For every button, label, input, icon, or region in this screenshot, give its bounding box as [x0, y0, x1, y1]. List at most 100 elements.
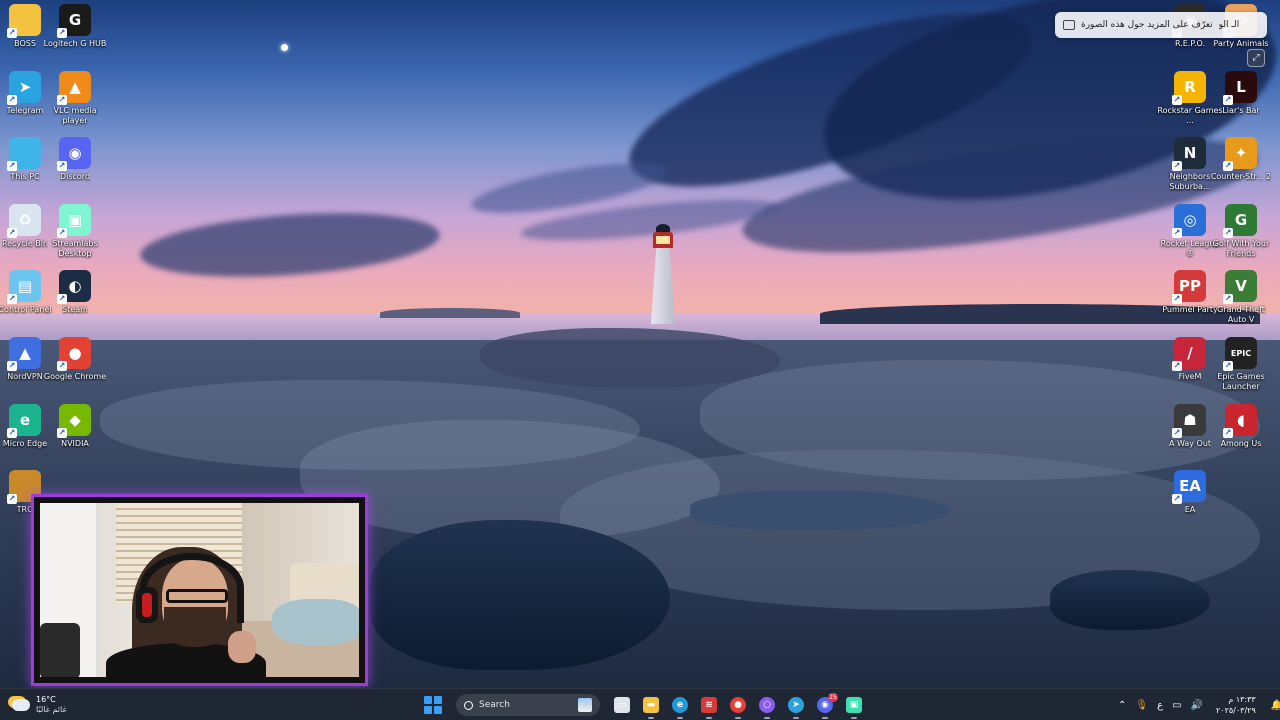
desktop-icon-label: Logitech G HUB	[43, 39, 107, 48]
desktop-icon-label: This PC	[10, 172, 40, 182]
network-icon[interactable]: ▭	[1172, 700, 1181, 711]
visual-search-chip[interactable]: تعرّف على المزيد حول هذه الصورة الـ الو	[1055, 12, 1267, 38]
running-indicator	[764, 717, 770, 719]
desktop-icon-label: EA	[1184, 505, 1196, 515]
desktop-icon-counter-strike[interactable]: ✦ ↗ Counter-Str... 2	[1207, 137, 1275, 182]
desktop-icon-discord[interactable]: ◉ ↗ Discord	[41, 137, 109, 182]
taskbar-discord-button[interactable]: ◉ 25	[813, 693, 838, 719]
shortcut-arrow-icon: ↗	[1223, 294, 1233, 305]
weather-widget[interactable]: 16°C غائم غالبًا	[12, 689, 67, 720]
notification-bell-icon[interactable]: 🔔	[1271, 700, 1280, 711]
telegram-icon: ➤	[788, 697, 804, 713]
desktop-icon-label: VLC media player	[53, 105, 97, 125]
notification-badge: 25	[828, 693, 838, 702]
shortcut-arrow-icon: ↗	[7, 294, 17, 305]
taskbar-telegram-button[interactable]: ➤	[784, 693, 808, 719]
taskbar-file-explorer-button[interactable]: ▬	[639, 693, 663, 719]
vlc-icon: ▲ ↗	[57, 70, 91, 105]
desktop-icon-label: FiveM	[1178, 372, 1202, 381]
desktop-icon-label: Discord	[59, 172, 91, 182]
expand-icon[interactable]: ⤢	[1247, 49, 1265, 67]
shortcut-arrow-icon: ↗	[1172, 227, 1182, 238]
taskbar-streamlabs-button[interactable]: ▣	[842, 693, 866, 719]
edge-icon: e	[672, 697, 688, 713]
opera-gx-icon: ○	[759, 697, 775, 713]
desktop-icon-label: Streamlabs Desktop	[52, 238, 98, 258]
shortcut-arrow-icon: ↗	[57, 227, 67, 238]
running-indicator	[793, 717, 799, 719]
pummel-party-icon: PP ↗	[1172, 270, 1206, 305]
desktop-icon-logitech-g[interactable]: G ↗ Logitech G HUB	[41, 4, 109, 49]
gta-icon: V ↗	[1223, 270, 1257, 305]
desktop-icon-liars-bar[interactable]: L ↗ Liar's Bar	[1207, 70, 1275, 116]
among-us-icon: ◖ ↗	[1223, 403, 1257, 438]
shortcut-arrow-icon: ↗	[1172, 161, 1182, 172]
shortcut-arrow-icon: ↗	[57, 161, 67, 172]
shortcut-arrow-icon: ↗	[1223, 94, 1233, 105]
clock-date: ٢٠٢٥/٠٣/٢٩	[1215, 706, 1256, 715]
shortcut-arrow-icon: ↗	[7, 494, 17, 505]
desktop-icon-among-us[interactable]: ◖ ↗ Among Us	[1207, 403, 1275, 449]
partly-cloudy-icon	[12, 699, 30, 711]
nvidia-icon: ◆ ↗	[57, 403, 91, 438]
language-indicator[interactable]: ع	[1157, 700, 1163, 711]
microphone-icon[interactable]: 🎙	[1135, 700, 1148, 711]
rocket-league-icon: ◎ ↗	[1172, 203, 1206, 238]
desktop-icon-label: Among Us	[1220, 438, 1262, 448]
desktop-icon-label: Counter-Str... 2	[1210, 172, 1272, 182]
search-highlight-icon	[578, 698, 592, 712]
shortcut-arrow-icon: ↗	[57, 28, 67, 38]
shortcut-arrow-icon: ↗	[7, 227, 17, 238]
streamlabs-icon: ▣	[846, 697, 862, 713]
taskbar-apps: Search ▭ ▬ e ≋ ● ○ ➤ ◉ 25 ▣	[424, 689, 866, 720]
clock[interactable]: ١٣:٣٣ م ٢٠٢٥/٠٣/٢٩	[1216, 694, 1256, 716]
chevron-up-icon[interactable]: ⌃	[1118, 700, 1126, 711]
desktop-icon-label: A Way Out	[1168, 438, 1212, 448]
shortcut-arrow-icon: ↗	[7, 427, 17, 438]
desktop-icon-label: BOSS	[14, 39, 36, 48]
shortcut-arrow-icon: ↗	[1172, 94, 1182, 105]
red-app-icon: ≋	[701, 697, 717, 713]
taskbar-task-view-button[interactable]: ▭	[610, 693, 634, 717]
desktop-icon-label: Telegram	[6, 105, 44, 115]
desktop-icon-golf[interactable]: G ↗ Golf With Your Friends	[1207, 203, 1275, 259]
shortcut-arrow-icon: ↗	[1223, 227, 1233, 238]
neighbors-icon: N ↗	[1172, 137, 1206, 172]
start-button[interactable]	[424, 696, 442, 714]
webcam-feed	[40, 503, 359, 677]
taskbar-chrome-button[interactable]: ●	[726, 693, 750, 719]
running-indicator	[648, 717, 654, 719]
taskbar-search[interactable]: Search	[456, 694, 600, 716]
shortcut-arrow-icon: ↗	[7, 361, 17, 371]
shortcut-arrow-icon: ↗	[1172, 361, 1182, 371]
desktop-icon-vlc[interactable]: ▲ ↗ VLC media player	[41, 70, 109, 126]
search-placeholder: Search	[479, 700, 510, 710]
taskbar-opera-gx-button[interactable]: ○	[755, 693, 779, 719]
desktop-icon-label: R.E.P.O.	[1174, 39, 1206, 48]
visual-search-text: تعرّف على المزيد حول هذه الصورة	[1081, 20, 1213, 30]
logitech-g-icon: G ↗	[57, 4, 91, 38]
desktop-icon-chrome[interactable]: ● ↗ Google Chrome	[41, 337, 109, 382]
shortcut-arrow-icon: ↗	[7, 28, 17, 38]
shortcut-arrow-icon: ↗	[1172, 294, 1182, 305]
desktop-icon-nvidia[interactable]: ◆ ↗ NVIDIA	[41, 403, 109, 449]
desktop-icon-ea[interactable]: EA ↗ EA	[1156, 470, 1224, 515]
monitor-icon: ↗	[7, 137, 41, 172]
desktop-icon-streamlabs[interactable]: ▣ ↗ Streamlabs Desktop	[41, 203, 109, 259]
desktop-icon-gta[interactable]: V ↗ Grand Theft Auto V	[1207, 270, 1275, 325]
taskbar-edge-button[interactable]: e	[668, 693, 692, 719]
desktop-icon-epic-games[interactable]: EPIC ↗ Epic Games Launcher	[1207, 337, 1275, 392]
running-indicator	[851, 717, 857, 719]
desktop-icon-label: Party Animals	[1213, 39, 1269, 48]
running-indicator	[706, 717, 712, 719]
volume-icon[interactable]: 🔊	[1191, 700, 1203, 711]
chrome-icon: ●	[730, 697, 746, 713]
shortcut-arrow-icon: ↗	[1223, 427, 1233, 438]
desktop-icon-steam[interactable]: ◐ ↗ Steam	[41, 270, 109, 315]
system-tray: ⌃ 🎙 ع ▭ 🔊 ١٣:٣٣ م ٢٠٢٥/٠٣/٢٩ 🔔	[1118, 689, 1280, 720]
epic-games-icon: EPIC ↗	[1223, 337, 1257, 371]
shortcut-arrow-icon: ↗	[57, 361, 67, 371]
desktop-icon-label: NordVPN	[7, 372, 43, 381]
taskbar-red-app-button[interactable]: ≋	[697, 693, 721, 719]
chrome-icon: ● ↗	[57, 337, 91, 371]
